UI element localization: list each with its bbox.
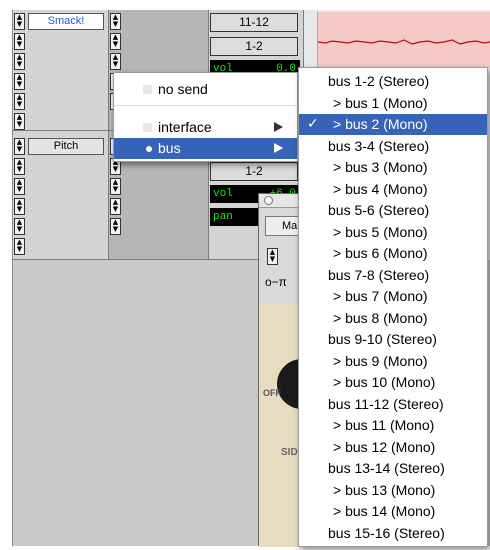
divider [108,10,109,260]
menu-item-marker [143,123,152,132]
bus-menu-item[interactable]: > bus 3 (Mono) [299,157,487,178]
bus-menu-item-label: > bus 12 (Mono) [333,438,436,455]
menu-item-label: interface [158,119,212,135]
menu-item-no-send[interactable]: no send [114,79,297,100]
insert-selector-icon[interactable]: ▲ ▼ [14,113,25,130]
bus-menu-item[interactable]: > bus 11 (Mono) [299,415,487,436]
send-selector-icon[interactable]: ▲▼ [110,198,121,215]
bus-menu-item-label: > bus 8 (Mono) [333,309,428,326]
bus-menu-item-label: > bus 1 (Mono) [333,94,428,111]
insert-selector-icon[interactable]: ▲ ▼ [14,238,25,255]
track-2-output-selector[interactable]: 1-2 [210,162,298,181]
bus-menu-item[interactable]: bus 5-6 (Stereo) [299,200,487,221]
sidechain-label: SID [281,447,298,458]
menu-item-marker [143,85,152,94]
bus-menu-item[interactable]: > bus 5 (Mono) [299,222,487,243]
bus-menu-item-label: bus 3-4 (Stereo) [328,137,430,154]
send-selector-icon[interactable]: ▲▼ [110,13,121,30]
bus-menu-item[interactable]: > bus 14 (Mono) [299,501,487,522]
plugin-arrow-icon[interactable]: ▲ ▼ [267,248,278,265]
bus-menu-item[interactable]: bus 13-14 (Stereo) [299,458,487,479]
send-selector-icon[interactable]: ▲▼ [110,53,121,70]
waveform-icon [317,39,490,45]
bus-menu-item[interactable]: ✓ > bus 2 (Mono) [299,114,487,135]
bus-menu-item[interactable]: > bus 10 (Mono) [299,372,487,393]
bus-menu-item-label: bus 1-2 (Stereo) [328,73,430,89]
volume-label: vol [213,188,233,200]
track-2-pan-field[interactable]: pan [210,208,258,226]
bus-menu-item-label: > bus 4 (Mono) [333,180,428,197]
bus-menu-item[interactable]: bus 1-2 (Stereo) [299,71,487,92]
send-assignment-menu[interactable]: no send interface bus [113,72,299,162]
track-2-name-button[interactable]: Pitch [28,138,104,155]
bus-menu-item[interactable]: bus 9-10 (Stereo) [299,329,487,350]
bus-menu-item[interactable]: > bus 1 (Mono) [299,93,487,114]
ruler [304,12,318,68]
send-selector-icon[interactable]: ▲▼ [110,178,121,195]
bus-menu-item[interactable]: > bus 13 (Mono) [299,480,487,501]
bus-menu-item[interactable]: > bus 4 (Mono) [299,179,487,200]
bus-menu-item[interactable]: > bus 8 (Mono) [299,308,487,329]
bus-menu-item-label: > bus 5 (Mono) [333,223,428,240]
bus-menu-item-label: bus 7-8 (Stereo) [328,266,430,283]
menu-item-bus[interactable]: bus [114,138,297,159]
checkmark-icon: ✓ [307,116,319,132]
knob-off-label: OFF [263,388,281,398]
bus-menu-item-label: > bus 13 (Mono) [333,481,436,498]
key-icon[interactable]: o−π [265,276,295,288]
bus-menu-item-label: bus 9-10 (Stereo) [328,331,437,347]
bus-menu-item-label: > bus 6 (Mono) [333,245,428,261]
insert-selector-icon[interactable]: ▲ ▼ [14,198,25,215]
send-selector-icon[interactable]: ▲▼ [110,33,121,50]
bus-menu-item-label: > bus 10 (Mono) [333,374,436,390]
insert-selector-icon[interactable]: ▲ ▼ [14,218,25,235]
bus-menu-item-label: bus 5-6 (Stereo) [328,202,430,218]
bus-menu-item[interactable]: > bus 6 (Mono) [299,243,487,264]
track-1-output-selector[interactable]: 1-2 [210,37,298,56]
menu-separator [114,105,299,106]
pan-label: pan [213,211,233,223]
insert-selector-icon[interactable]: ▲ ▼ [14,178,25,195]
submenu-arrow-icon [274,122,283,132]
close-icon[interactable] [264,196,273,205]
bus-menu-item-label: bus 13-14 (Stereo) [328,460,445,476]
send-selector-icon[interactable]: ▲▼ [110,218,121,235]
bus-menu-item[interactable]: bus 3-4 (Stereo) [299,136,487,157]
bus-menu-item[interactable]: bus 15-16 (Stereo) [299,523,487,544]
submenu-arrow-icon [274,143,283,153]
menu-item-interface[interactable]: interface [114,117,297,138]
insert-selector-icon[interactable]: ▲ ▼ [14,73,25,90]
audio-region[interactable] [317,12,490,68]
track-1-name-column [13,10,108,260]
track-1-input-selector[interactable]: 11-12 [210,13,298,32]
track-1-name-button[interactable]: Smack! [28,13,104,30]
bus-menu-item-label: > bus 7 (Mono) [333,288,428,304]
menu-item-label: no send [158,81,208,97]
bus-menu-item-label: > bus 9 (Mono) [333,352,428,369]
menu-item-label: bus [158,140,181,156]
track-2-menu-arrow[interactable]: ▲ ▼ [14,138,25,155]
bus-menu-item-label: > bus 3 (Mono) [333,159,428,175]
bus-menu-item-label: > bus 11 (Mono) [333,417,435,433]
bus-menu-item[interactable]: bus 11-12 (Stereo) [299,394,487,415]
bus-menu-item-label: > bus 2 (Mono) [333,116,428,132]
insert-selector-icon[interactable]: ▲ ▼ [14,158,25,175]
bus-menu-item-label: bus 11-12 (Stereo) [328,395,444,412]
bus-menu-item[interactable]: > bus 9 (Mono) [299,351,487,372]
selected-bullet-icon [146,146,152,152]
bus-submenu[interactable]: bus 1-2 (Stereo) > bus 1 (Mono) ✓ > bus 2 (… [298,67,488,547]
track-1-menu-arrow[interactable]: ▲ ▼ [14,13,25,30]
bus-menu-item[interactable]: > bus 12 (Mono) [299,437,487,458]
bus-menu-item[interactable]: > bus 7 (Mono) [299,286,487,307]
bus-menu-item-label: bus 15-16 (Stereo) [328,524,445,541]
bus-menu-item[interactable]: bus 7-8 (Stereo) [299,265,487,286]
insert-selector-icon[interactable]: ▲ ▼ [14,33,25,50]
bus-menu-item-label: > bus 14 (Mono) [333,503,436,519]
insert-selector-icon[interactable]: ▲ ▼ [14,93,25,110]
insert-selector-icon[interactable]: ▲ ▼ [14,53,25,70]
